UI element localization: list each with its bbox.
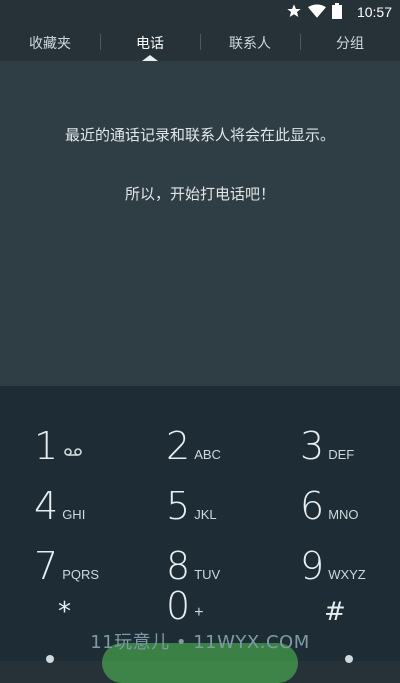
wifi-icon [308, 3, 326, 23]
key-digit: 0 [166, 584, 191, 628]
status-time: 10:57 [356, 4, 392, 20]
key-letters: MNO [328, 507, 359, 522]
dialpad-key-2[interactable]: 2 ABC [166, 405, 221, 465]
dialpad-key-6[interactable]: 6 MNO [300, 465, 359, 525]
dialpad-key-4[interactable]: 4 GHI [34, 465, 85, 525]
key-digit: 9 [300, 544, 325, 588]
key-digit: 3 [300, 424, 325, 468]
tab-contacts[interactable]: 联系人 [200, 24, 300, 61]
key-digit: # [324, 597, 346, 627]
menu-dot-icon[interactable] [46, 655, 54, 663]
dialpad-key-hash[interactable]: # [324, 565, 346, 625]
empty-state-cta: 所以，开始打电话吧！ [124, 185, 275, 203]
status-icons [286, 3, 342, 23]
tab-groups[interactable]: 分组 [300, 24, 400, 61]
key-letters: + [194, 604, 204, 621]
call-log-panel: 最近的通话记录和联系人将会在此显示。 所以，开始打电话吧！ [0, 61, 400, 386]
star-icon [286, 3, 302, 23]
empty-state-message: 最近的通话记录和联系人将会在此显示。 [64, 126, 335, 144]
dialpad-key-3[interactable]: 3 DEF [300, 405, 354, 465]
tab-favorites[interactable]: 收藏夹 [0, 24, 100, 61]
dialpad-key-1[interactable]: 1 [34, 405, 82, 465]
key-digit: 1 [34, 424, 59, 468]
key-digit: 6 [300, 484, 325, 528]
tab-bar: 收藏夹 电话 联系人 分组 [0, 24, 400, 61]
key-digit: * [58, 597, 71, 627]
key-letters: GHI [62, 507, 86, 522]
delete-dot-icon[interactable] [345, 655, 353, 663]
key-letters: ABC [194, 447, 221, 462]
key-letters: JKL [194, 507, 217, 522]
dialpad-key-0[interactable]: 0 + [166, 565, 204, 625]
key-digit: 7 [34, 544, 59, 588]
key-digit: 4 [34, 484, 59, 528]
key-digit: 5 [166, 484, 191, 528]
battery-icon [332, 3, 342, 23]
status-bar: 10:57 [0, 0, 400, 24]
dialpad-key-star[interactable]: * [58, 565, 71, 625]
key-letters: DEF [328, 447, 355, 462]
key-digit: 2 [166, 424, 191, 468]
watermark: 11玩意儿 • 11WYX.COM [90, 632, 310, 653]
voicemail-icon [64, 442, 82, 461]
dialpad-key-5[interactable]: 5 JKL [166, 465, 217, 525]
